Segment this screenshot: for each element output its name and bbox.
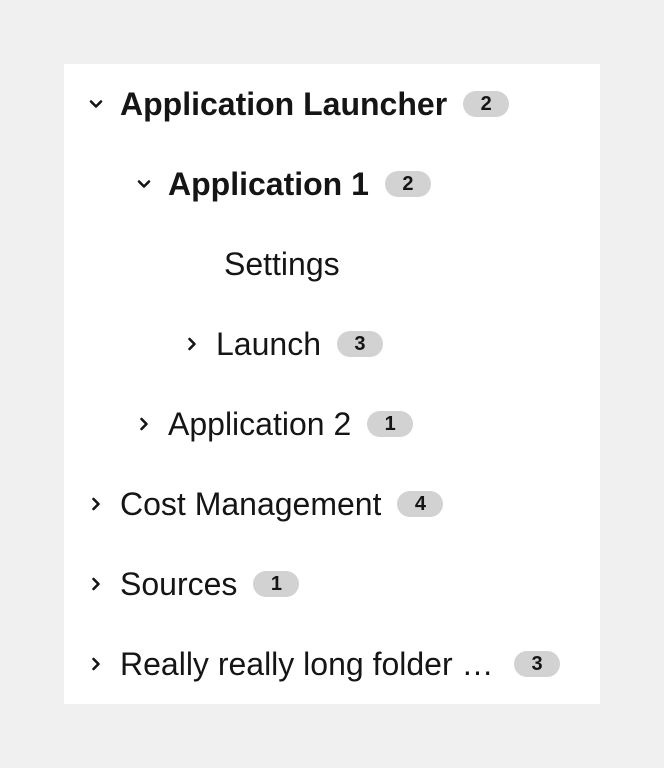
- tree-item-label: Settings: [224, 246, 340, 282]
- count-badge: 1: [367, 411, 414, 437]
- angle-right-icon[interactable]: [88, 576, 104, 592]
- tree-item-label: Application 2: [168, 406, 352, 442]
- count-badge: 3: [514, 651, 560, 677]
- tree-item-sources[interactable]: Sources 1: [64, 544, 600, 624]
- tree-item-application-2[interactable]: Application 2 1: [64, 384, 600, 464]
- tree-item-label: Cost Management: [120, 486, 382, 522]
- tree-item-launch[interactable]: Launch 3: [64, 304, 600, 384]
- tree-item-label: Sources: [120, 566, 238, 602]
- angle-down-icon[interactable]: [88, 96, 104, 112]
- count-badge: 4: [397, 491, 444, 517]
- tree-item-label: Application 1: [168, 166, 369, 202]
- count-badge: 1: [253, 571, 300, 597]
- count-badge: 2: [384, 171, 431, 197]
- tree-item-settings[interactable]: Settings: [64, 224, 600, 304]
- angle-right-icon[interactable]: [184, 336, 200, 352]
- tree-item-label: Application Launcher: [120, 86, 448, 122]
- tree-item-cost-management[interactable]: Cost Management 4: [64, 464, 600, 544]
- tree-item-really-long-folder[interactable]: Really really long folder n... 3: [64, 624, 600, 704]
- angle-right-icon[interactable]: [88, 656, 104, 672]
- tree-item-label: Launch: [216, 326, 321, 362]
- tree-item-application-launcher[interactable]: Application Launcher 2: [64, 64, 600, 144]
- tree-item-label: Really really long folder n...: [120, 646, 498, 682]
- angle-right-icon[interactable]: [136, 416, 152, 432]
- count-badge: 3: [336, 331, 383, 357]
- tree-view: Application Launcher 2 Application 1 2 S…: [64, 64, 600, 704]
- angle-down-icon[interactable]: [136, 176, 152, 192]
- count-badge: 2: [463, 91, 510, 117]
- angle-right-icon[interactable]: [88, 496, 104, 512]
- tree-item-application-1[interactable]: Application 1 2: [64, 144, 600, 224]
